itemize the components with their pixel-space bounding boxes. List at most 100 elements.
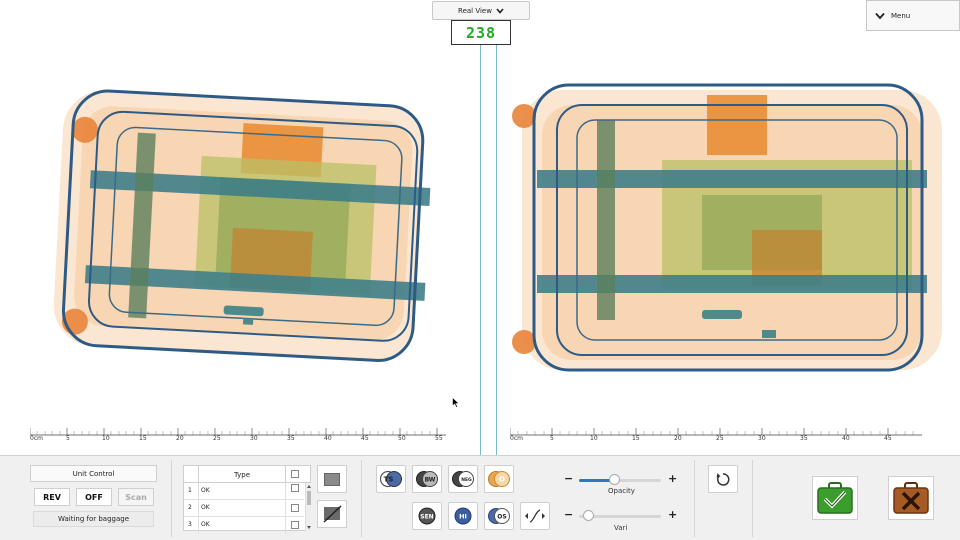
type-column-header: Type: [198, 466, 286, 483]
ruler-label: 15: [139, 435, 147, 442]
ruler-label: 30: [758, 435, 766, 442]
table-header: Type: [184, 466, 310, 483]
xray-image-right[interactable]: [502, 80, 952, 380]
hi-label: HI: [459, 513, 467, 521]
ruler-label: 10: [590, 435, 598, 442]
bottom-toolbar: Unit Control REV OFF Scan Waiting for ba…: [0, 455, 960, 540]
select-all-checkbox[interactable]: [291, 470, 299, 478]
neg-icon: NEG: [452, 471, 474, 487]
ruler-label: 5: [66, 435, 70, 442]
reset-button[interactable]: [708, 465, 738, 493]
ruler-label: 20: [176, 435, 184, 442]
rev-button[interactable]: REV: [34, 488, 70, 506]
ruler-label: 35: [800, 435, 808, 442]
row-checkbox[interactable]: [291, 484, 299, 492]
accept-bag-button[interactable]: [812, 476, 858, 520]
off-button[interactable]: OFF: [76, 488, 112, 506]
menu-button[interactable]: Menu: [866, 0, 960, 31]
ruler-left: 0cm 5 10 15 20 25 30 35 40 45 50 55: [30, 428, 446, 444]
row-number: 3: [188, 521, 192, 528]
ts-label: TS: [384, 476, 394, 484]
vari-label: Vari: [614, 524, 628, 532]
ruler-label: 25: [716, 435, 724, 442]
scan-button[interactable]: Scan: [118, 488, 154, 506]
ruler-label: 40: [324, 435, 332, 442]
undo-icon: [716, 473, 730, 486]
opacity-decrease-button[interactable]: −: [564, 472, 573, 485]
row-number: 1: [188, 487, 192, 494]
row-type: OK: [201, 487, 210, 494]
reject-bag-button[interactable]: [888, 476, 934, 520]
row-cell: [198, 500, 286, 517]
row-checkbox[interactable]: [291, 521, 299, 529]
os-label: OS: [497, 514, 506, 521]
bw-icon: BW: [416, 471, 438, 487]
table-row[interactable]: 2 OK: [184, 500, 304, 517]
table-row[interactable]: 3 OK: [184, 517, 304, 534]
ruler-label: 15: [632, 435, 640, 442]
hi-button[interactable]: HI: [448, 502, 478, 530]
bw-button[interactable]: BW: [412, 465, 442, 493]
organic-button[interactable]: O: [484, 465, 514, 493]
ruler-label: 35: [287, 435, 295, 442]
gamma-curve-icon: [525, 509, 545, 523]
sen-button[interactable]: SEN: [412, 502, 442, 530]
ruler-label: 50: [398, 435, 406, 442]
neg-button[interactable]: NEG: [448, 465, 478, 493]
ruler-label: 45: [361, 435, 369, 442]
ruler-label: 20: [674, 435, 682, 442]
xray-image-left[interactable]: [38, 78, 438, 378]
table-row[interactable]: 1 OK: [184, 483, 304, 500]
opacity-increase-button[interactable]: +: [668, 472, 677, 485]
slider-knob[interactable]: [608, 474, 620, 485]
ruler-label: 40: [842, 435, 850, 442]
vari-decrease-button[interactable]: −: [564, 508, 573, 521]
toolbar-separator: [171, 460, 172, 537]
slider-knob[interactable]: [582, 510, 594, 521]
opacity-slider[interactable]: [579, 474, 661, 486]
ruler-label: 0cm: [510, 435, 523, 442]
row-type: OK: [201, 504, 210, 511]
sen-icon: SEN: [418, 507, 436, 525]
gray-image-button[interactable]: [317, 465, 347, 493]
hi-icon: HI: [454, 507, 472, 525]
ts-button[interactable]: TS: [376, 465, 406, 493]
os-button[interactable]: OS: [484, 502, 514, 530]
row-type: OK: [201, 521, 210, 528]
os-icon: OS: [488, 508, 510, 524]
unit-control-title: Unit Control: [30, 465, 157, 482]
vari-slider[interactable]: [579, 510, 661, 522]
vari-increase-button[interactable]: +: [668, 508, 677, 521]
mark-object-icon: [323, 505, 342, 523]
bw-label: BW: [425, 477, 436, 484]
ruler-label: 0cm: [30, 435, 43, 442]
chevron-down-icon: [496, 7, 504, 14]
suitcase-cross-icon: [893, 482, 929, 514]
view-mode-label: Real View: [458, 6, 492, 15]
ruler-label: 45: [884, 435, 892, 442]
xray-inspection-app: 0cm 5 10 15 20 25 30 35 40 45 50 55 0cm …: [0, 0, 960, 540]
view-divider-right[interactable]: [496, 45, 497, 455]
opacity-label: Opacity: [608, 487, 635, 495]
gamma-button[interactable]: [520, 502, 550, 530]
table-scrollbar[interactable]: [305, 483, 311, 531]
bag-counter: 238: [451, 20, 511, 45]
menu-label: Menu: [891, 11, 911, 20]
ruler-right: 0cm 5 10 15 20 25 30 35 40 45: [510, 428, 922, 444]
mark-threat-button[interactable]: [317, 500, 347, 528]
row-cell: [198, 517, 286, 534]
toolbar-separator: [694, 460, 695, 537]
scroll-arrows-icon: [307, 485, 311, 529]
ts-icon: TS: [379, 470, 402, 488]
row-checkbox[interactable]: [291, 504, 299, 512]
unit-status: Waiting for baggage: [33, 511, 154, 527]
view-divider-left[interactable]: [480, 45, 481, 455]
suitcase-check-icon: [817, 482, 853, 514]
view-mode-dropdown[interactable]: Real View: [432, 1, 530, 20]
organic-icon: O: [488, 471, 510, 487]
ruler-label: 10: [102, 435, 110, 442]
xray-viewer[interactable]: 0cm 5 10 15 20 25 30 35 40 45 50 55 0cm …: [0, 0, 960, 455]
toolbar-separator: [752, 460, 753, 537]
ruler-label: 5: [550, 435, 554, 442]
gray-square-icon: [324, 472, 340, 486]
